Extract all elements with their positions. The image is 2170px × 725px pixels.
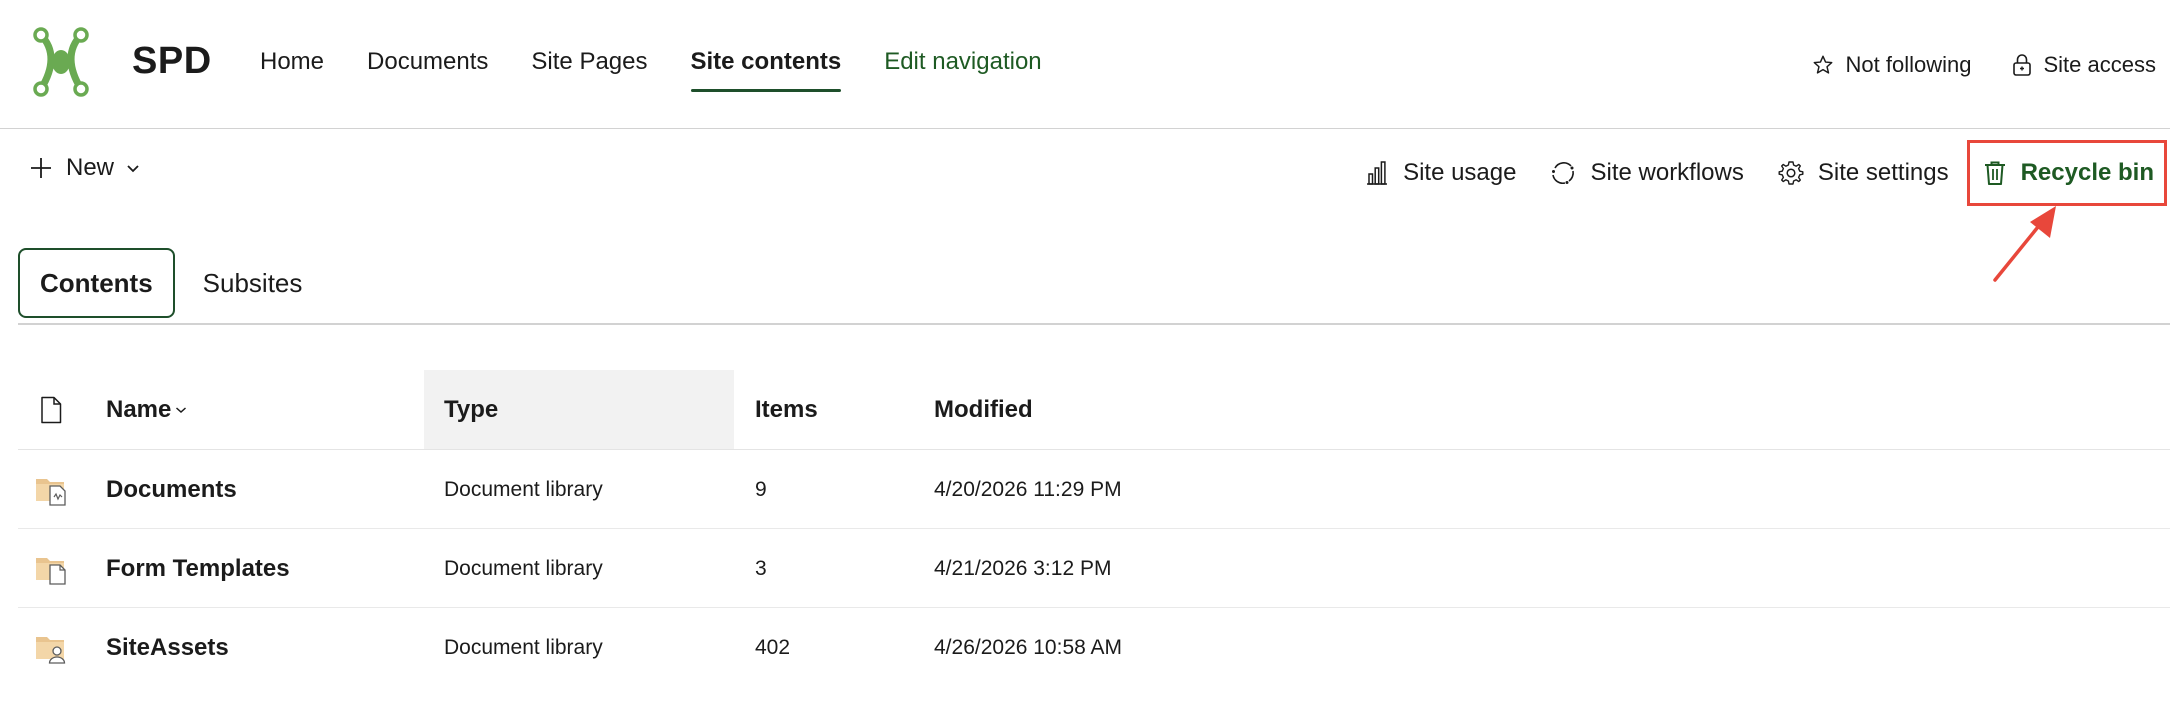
table-row[interactable]: SiteAssets Document library 402 4/26/202… xyxy=(18,608,2170,687)
row-items-count: 9 xyxy=(755,477,767,501)
plus-icon xyxy=(31,158,51,178)
tab-subsites[interactable]: Subsites xyxy=(203,248,303,318)
site-settings-button[interactable]: Site settings xyxy=(1778,159,1949,187)
form-templates-library-icon xyxy=(34,529,70,608)
edit-navigation-link[interactable]: Edit navigation xyxy=(884,48,1041,92)
site-workflows-button[interactable]: Site workflows xyxy=(1550,159,1744,187)
new-label: New xyxy=(66,154,115,181)
row-name[interactable]: SiteAssets xyxy=(106,608,229,687)
follow-label: Not following xyxy=(1845,52,1972,77)
gear-icon xyxy=(1778,161,1804,185)
row-name[interactable]: Documents xyxy=(106,450,237,529)
site-title[interactable]: SPD xyxy=(132,40,212,83)
content-tabs: Contents Subsites xyxy=(18,248,302,318)
new-button[interactable]: New xyxy=(30,154,140,182)
chevron-down-icon xyxy=(127,165,139,173)
row-type: Document library xyxy=(444,556,603,580)
row-modified: 4/26/2026 10:58 AM xyxy=(934,635,1122,659)
bar-chart-icon xyxy=(1367,161,1388,185)
trash-icon xyxy=(1984,161,2005,185)
tab-contents[interactable]: Contents xyxy=(18,248,175,318)
name-column-header[interactable]: Name xyxy=(106,370,187,450)
table-row[interactable]: Documents Document library 9 4/20/2026 1… xyxy=(18,450,2170,529)
type-column-header[interactable]: Type xyxy=(444,370,498,450)
recycle-bin-label: Recycle bin xyxy=(2020,159,2154,186)
site-header: SPD Home Documents Site Pages Site conte… xyxy=(0,0,2170,129)
site-usage-label: Site usage xyxy=(1403,159,1517,186)
name-column-label: Name xyxy=(106,396,172,423)
site-assets-library-icon xyxy=(34,608,70,687)
command-bar: New Site usage Site workflows Site setti… xyxy=(0,140,2170,206)
list-header: Name Type Items Modified xyxy=(18,370,2170,450)
nav-item-site-contents[interactable]: Site contents xyxy=(690,48,841,92)
recycle-bin-button[interactable]: Recycle bin xyxy=(1966,140,2167,206)
nav-item-site-pages[interactable]: Site Pages xyxy=(531,48,647,92)
site-workflows-label: Site workflows xyxy=(1590,159,1744,186)
annotation-arrow-icon xyxy=(1993,206,2056,282)
row-items-count: 402 xyxy=(755,635,791,659)
items-column-header[interactable]: Items xyxy=(755,370,818,450)
modified-column-header[interactable]: Modified xyxy=(934,370,1033,450)
site-access-button[interactable]: Site access xyxy=(2012,52,2157,78)
lock-icon xyxy=(2012,54,2031,76)
row-type: Document library xyxy=(444,635,603,659)
row-modified: 4/21/2026 3:12 PM xyxy=(934,556,1112,580)
site-contents-list: Name Type Items Modified Documents Docum… xyxy=(18,370,2170,687)
row-name[interactable]: Form Templates xyxy=(106,529,290,608)
site-usage-button[interactable]: Site usage xyxy=(1365,159,1516,187)
row-items-count: 3 xyxy=(755,556,767,580)
document-library-icon xyxy=(34,450,70,529)
file-type-column-header[interactable] xyxy=(40,370,62,450)
follow-button[interactable]: Not following xyxy=(1812,52,1972,78)
header-actions: Not following Site access xyxy=(1772,52,2156,78)
chevron-down-icon xyxy=(176,407,187,414)
star-icon xyxy=(1813,55,1832,74)
spd-logo-icon[interactable] xyxy=(32,26,90,98)
table-row[interactable]: Form Templates Document library 3 4/21/2… xyxy=(18,529,2170,608)
command-bar-actions: Site usage Site workflows Site settings xyxy=(1331,140,2170,206)
tabs-divider xyxy=(18,323,2170,325)
row-modified: 4/20/2026 11:29 PM xyxy=(934,477,1122,501)
site-access-label: Site access xyxy=(2043,52,2157,77)
workflow-cycle-icon xyxy=(1552,162,1575,185)
site-navigation: Home Documents Site Pages Site contents … xyxy=(260,48,1085,92)
row-type: Document library xyxy=(444,477,603,501)
nav-item-documents[interactable]: Documents xyxy=(367,48,488,92)
nav-item-home[interactable]: Home xyxy=(260,48,324,92)
site-settings-label: Site settings xyxy=(1817,159,1949,186)
file-icon xyxy=(41,396,62,424)
